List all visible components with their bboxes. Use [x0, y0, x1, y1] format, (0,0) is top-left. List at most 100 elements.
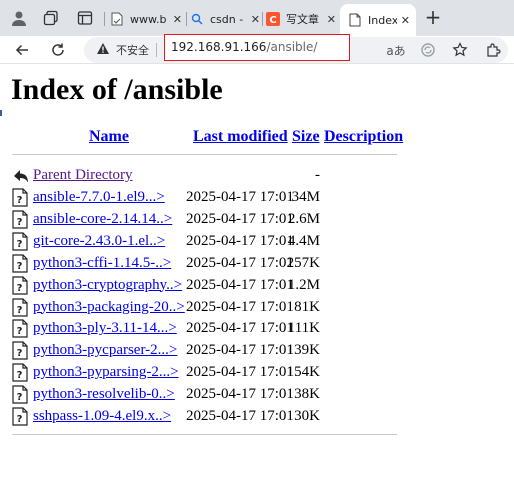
url-highlight[interactable]: 192.168.91.166/ansible/ — [164, 34, 350, 61]
file-row: ? python3-packaging-20..> 2025-04-17 17:01… — [12, 297, 412, 319]
file-link[interactable]: python3-pyparsing-2...> — [33, 364, 179, 381]
tab-divider — [104, 12, 105, 26]
tab-www[interactable]: www.b ✕ — [110, 6, 182, 32]
file-size: 139K — [286, 342, 320, 359]
column-header-name[interactable]: Name — [89, 128, 129, 146]
url-text[interactable]: 192.168.91.166/ansible/ — [171, 40, 317, 54]
file-link[interactable]: ansible-7.7.0-1.el9...> — [33, 189, 165, 206]
close-icon[interactable]: ✕ — [251, 13, 260, 26]
file-modified: 2025-04-17 17:01 — [186, 364, 294, 381]
page-icon — [110, 12, 124, 26]
tab-title: www.b — [130, 12, 167, 26]
file-modified: 2025-04-17 17:01 — [186, 254, 294, 271]
column-header-description[interactable]: Description — [324, 128, 403, 146]
profile-icon[interactable] — [10, 9, 28, 27]
favorite-star-icon[interactable] — [450, 40, 470, 60]
unknown-file-icon: ? — [12, 319, 28, 338]
unknown-file-icon: ? — [12, 275, 28, 295]
file-size: 2.6M — [287, 210, 320, 227]
security-label: 不安全 — [116, 44, 149, 57]
unknown-file-icon: ? — [12, 341, 28, 360]
file-row: ? sshpass-1.09-4.el9.x..> 2025-04-17 17:01… — [12, 406, 412, 428]
tab-csdn-search[interactable]: csdn - ✕ — [190, 6, 260, 32]
file-link[interactable]: git-core-2.43.0-1.el..> — [33, 233, 165, 250]
address-bar[interactable]: 不安全 192.168.91.166/ansible/ aあ — [84, 34, 508, 63]
file-row: ? git-core-2.43.0-1.el..> 2025-04-17 17:01… — [12, 231, 412, 253]
file-size: 34M — [291, 189, 320, 205]
file-link[interactable]: python3-cffi-1.14.5-..> — [33, 255, 171, 272]
warning-icon — [96, 42, 110, 58]
tab-title: Index — [368, 13, 397, 27]
page-icon — [348, 13, 362, 27]
parent-directory-row: Parent Directory - — [12, 165, 412, 187]
file-size: 30K — [294, 408, 320, 424]
close-icon[interactable]: ✕ — [173, 13, 182, 26]
footer-divider — [12, 434, 397, 435]
file-modified: 2025-04-17 17:01 — [186, 320, 294, 337]
url-path: /ansible/ — [266, 40, 318, 54]
svg-text:?: ? — [17, 239, 23, 250]
file-link[interactable]: python3-cryptography..> — [33, 277, 182, 294]
address-divider — [156, 43, 157, 57]
file-link[interactable]: python3-resolvelib-0..> — [33, 386, 175, 403]
file-modified: 2025-04-17 17:01 — [186, 386, 294, 403]
file-size: 38K — [294, 386, 320, 403]
tab-write-article[interactable]: C 写文章 ✕ — [266, 6, 336, 32]
file-modified: 2025-04-17 17:01 — [186, 298, 294, 315]
close-icon[interactable]: ✕ — [327, 13, 336, 26]
file-link[interactable]: python3-pycparser-2...> — [33, 342, 177, 359]
reload-button[interactable] — [46, 38, 70, 62]
close-icon[interactable]: ✕ — [401, 14, 410, 27]
file-size: 1.2M — [287, 276, 320, 293]
file-modified: 2025-04-17 17:01 — [186, 210, 294, 227]
back-folder-icon — [12, 166, 28, 185]
url-host: 192.168.91.166 — [171, 40, 267, 54]
file-size: 154K — [286, 364, 320, 381]
workspaces-icon[interactable] — [42, 9, 60, 27]
svg-text:?: ? — [17, 392, 23, 403]
svg-text:?: ? — [17, 326, 23, 337]
file-modified: 2025-04-17 17:01 — [186, 408, 294, 424]
parent-size: - — [315, 167, 320, 183]
tab-index[interactable]: Index ✕ — [340, 4, 416, 36]
tab-divider — [262, 12, 263, 26]
unknown-file-icon: ? — [12, 363, 28, 382]
translate-icon[interactable] — [418, 40, 438, 60]
vertical-tabs-icon[interactable] — [76, 9, 94, 27]
file-modified: 2025-04-17 17:01 — [186, 342, 294, 359]
file-row: ? ansible-core-2.14.14..> 2025-04-17 17:01… — [12, 209, 412, 231]
read-aloud-icon[interactable]: aあ — [386, 40, 406, 60]
file-link[interactable]: python3-ply-3.11-14...> — [33, 320, 177, 337]
file-link[interactable]: ansible-core-2.14.14..> — [33, 211, 172, 228]
parent-directory-link[interactable]: Parent Directory — [33, 167, 133, 184]
search-icon — [190, 12, 204, 26]
file-link[interactable]: sshpass-1.09-4.el9.x..> — [33, 408, 171, 425]
unknown-file-icon: ? — [12, 210, 28, 229]
tab-title: csdn - — [210, 12, 244, 26]
new-tab-button[interactable]: + — [422, 7, 444, 29]
unknown-file-icon: ? — [12, 254, 28, 273]
extensions-icon[interactable] — [484, 40, 504, 60]
svg-text:?: ? — [17, 195, 23, 206]
toolbar: 不安全 192.168.91.166/ansible/ aあ — [0, 34, 514, 64]
file-row: ? python3-cffi-1.14.5-..> 2025-04-17 17:01… — [12, 253, 412, 275]
column-header-size[interactable]: Size — [292, 128, 320, 146]
back-arrow-icon — [15, 44, 28, 56]
unknown-file-icon: ? — [12, 407, 28, 426]
reload-icon — [52, 43, 64, 56]
svg-text:C: C — [269, 15, 276, 26]
file-row: ? python3-pyparsing-2...> 2025-04-17 17:01… — [12, 362, 412, 384]
csdn-icon: C — [266, 12, 280, 26]
unknown-file-icon: ? — [12, 188, 28, 207]
file-link[interactable]: python3-packaging-20..> — [33, 299, 185, 316]
tab-divider — [186, 12, 187, 26]
file-row: ? python3-pycparser-2...> 2025-04-17 17:01… — [12, 340, 412, 362]
file-size: 81K — [294, 298, 320, 315]
file-size: 257K — [286, 254, 320, 271]
tab-title: 写文章 — [286, 13, 319, 26]
svg-text:?: ? — [17, 370, 23, 381]
back-button[interactable] — [10, 38, 34, 62]
security-indicator[interactable]: 不安全 — [96, 37, 149, 63]
file-size: 4.4M — [287, 232, 320, 249]
column-header-last-modified[interactable]: Last modified — [193, 128, 288, 146]
